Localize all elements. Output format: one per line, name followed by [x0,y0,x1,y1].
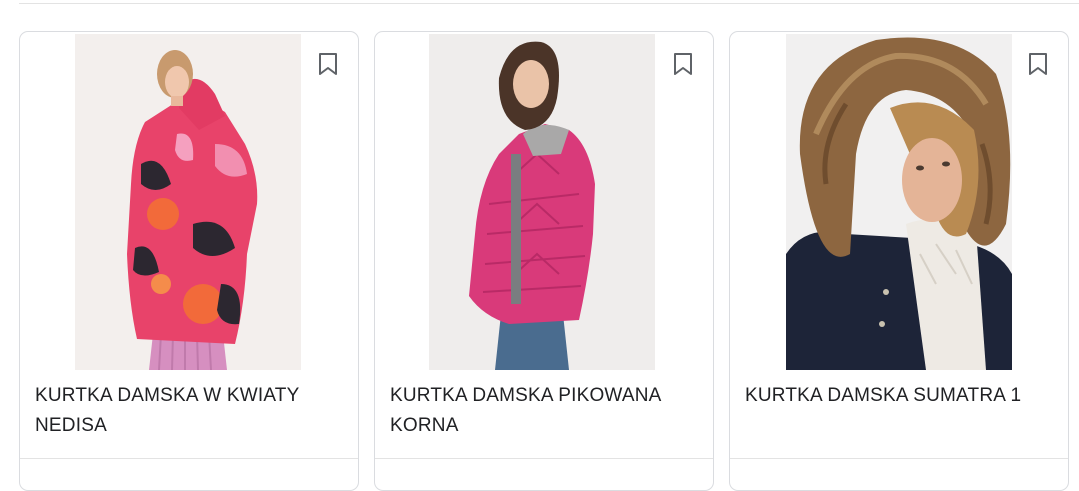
card-divider [730,458,1068,459]
product-image[interactable] [786,34,1012,370]
product-card[interactable]: KURTKA DAMSKA SUMATRA 1 [729,31,1069,491]
product-title[interactable]: KURTKA DAMSKA W KWIATY NEDISA [35,381,345,441]
bookmark-icon[interactable] [673,52,693,76]
product-card[interactable]: KURTKA DAMSKA W KWIATY NEDISA [19,31,359,491]
bookmark-icon[interactable] [1028,52,1048,76]
product-title[interactable]: KURTKA DAMSKA SUMATRA 1 [745,381,1055,411]
product-title[interactable]: KURTKA DAMSKA PIKOWANA KORNA [390,381,700,441]
product-image[interactable] [429,34,655,370]
card-divider [375,458,713,459]
bookmark-icon[interactable] [318,52,338,76]
card-divider [20,458,358,459]
product-grid: KURTKA DAMSKA W KWIATY NEDISA KURTKA DAM… [0,0,1079,491]
product-image[interactable] [75,34,301,370]
product-card[interactable]: KURTKA DAMSKA PIKOWANA KORNA [374,31,714,491]
